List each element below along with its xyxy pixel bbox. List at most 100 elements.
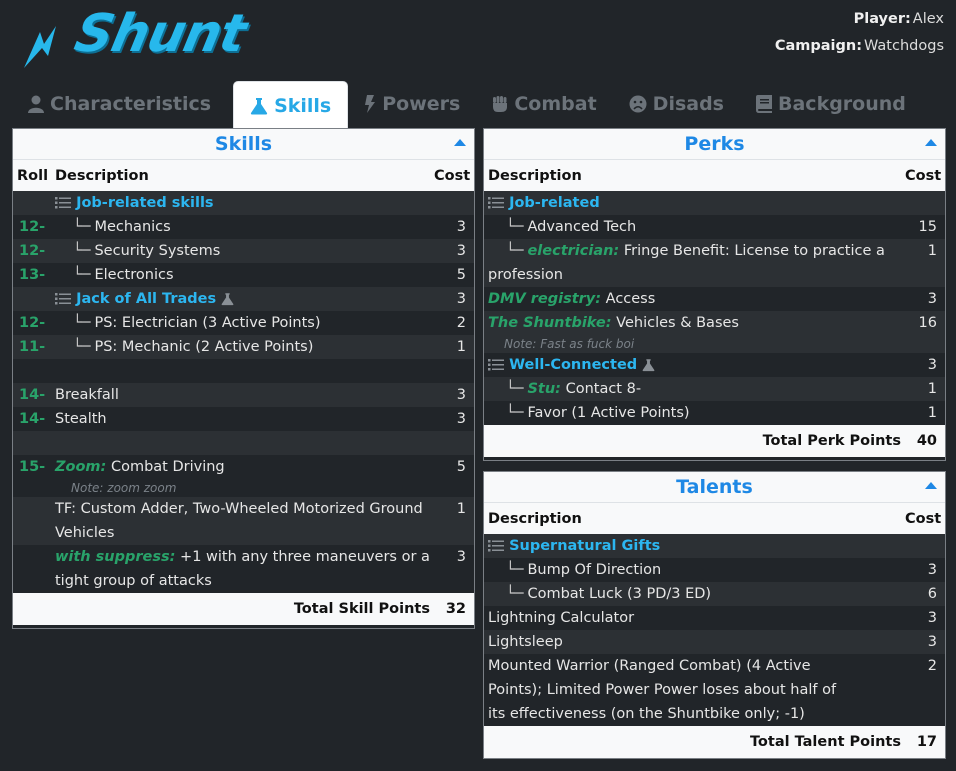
- user-icon: [28, 95, 44, 113]
- caret-up-icon[interactable]: [925, 138, 937, 146]
- tab-powers[interactable]: Powers: [348, 81, 476, 127]
- list-icon: [55, 293, 71, 305]
- col-description: Description: [488, 510, 582, 527]
- table-row[interactable]: Well-Connected 3: [484, 353, 945, 377]
- caret-up-icon[interactable]: [925, 481, 937, 489]
- fist-icon: [493, 96, 508, 112]
- tree-branch-icon: └─: [73, 339, 91, 355]
- adder-name: Stu:: [527, 381, 561, 397]
- col-cost: Cost: [434, 167, 471, 184]
- flask-icon: [250, 97, 268, 114]
- table-row[interactable]: Mounted Warrior (Ranged Combat) (4 Activ…: [484, 654, 945, 726]
- tab-bar: Characteristics Skills Powers Combat Dis…: [12, 81, 946, 129]
- talents-panel: Talents Description Cost Supernatural Gi…: [483, 471, 946, 759]
- table-row[interactable]: Supernatural Gifts: [484, 534, 945, 558]
- table-row[interactable]: └─ Combat Luck (3 PD/3 ED) 6: [484, 582, 945, 606]
- table-row[interactable]: Lightning Calculator 3: [484, 606, 945, 630]
- table-row[interactable]: DMV registry: Access 3: [484, 287, 945, 311]
- note-text: Note: zoom zoom: [71, 481, 177, 495]
- adder-name: electrician:: [527, 243, 620, 259]
- table-row[interactable]: 12- └─ Mechanics 3: [13, 215, 474, 239]
- table-row[interactable]: └─ Favor (1 Active Points) 1: [484, 401, 945, 425]
- tree-branch-icon: └─: [506, 381, 524, 397]
- total-value: 17: [916, 734, 937, 750]
- col-cost: Cost: [905, 510, 942, 527]
- skills-title: Skills: [214, 133, 273, 155]
- adder-name: The Shuntbike:: [488, 315, 612, 331]
- tab-skills[interactable]: Skills: [233, 81, 349, 129]
- table-row[interactable]: └─ Advanced Tech 15: [484, 215, 945, 239]
- table-row[interactable]: 14- Stealth 3: [13, 407, 474, 431]
- perks-title: Perks: [684, 133, 745, 155]
- campaign-label: Campaign:: [774, 38, 863, 54]
- perks-panel-header[interactable]: Perks: [484, 129, 945, 159]
- tab-combat[interactable]: Combat: [476, 81, 612, 127]
- adder-name: with suppress:: [55, 549, 176, 565]
- tab-label: Skills: [274, 94, 332, 117]
- talents-table-header: Description Cost: [484, 502, 945, 534]
- list-icon: [488, 540, 504, 552]
- player-value: Alex: [912, 11, 944, 27]
- group-name: Job-related: [509, 195, 600, 211]
- logo-text: Shunt: [69, 4, 251, 64]
- col-description: Description: [488, 167, 582, 184]
- table-row[interactable]: └─ electrician: Fringe Benefit: License t…: [484, 239, 945, 287]
- skills-total: Total Skill Points 32: [13, 593, 474, 625]
- tab-label: Disads: [652, 93, 724, 115]
- book-icon: [756, 95, 772, 113]
- caret-up-icon[interactable]: [454, 138, 466, 146]
- tab-label: Characteristics: [50, 93, 212, 115]
- table-row[interactable]: 12- └─ Security Systems 3: [13, 239, 474, 263]
- player-info: Player: Alex Campaign: Watchdogs: [775, 6, 944, 60]
- app-logo: Shunt: [18, 4, 278, 74]
- talents-total: Total Talent Points 17: [484, 726, 945, 758]
- list-icon: [488, 197, 504, 209]
- skills-panel: Skills Roll Description Cost Job-related…: [12, 128, 475, 629]
- frown-icon: [629, 95, 647, 113]
- tree-branch-icon: └─: [73, 315, 91, 331]
- col-description: Description: [55, 167, 149, 184]
- tree-branch-icon: └─: [506, 586, 524, 602]
- table-row[interactable]: Lightsleep 3: [484, 630, 945, 654]
- col-cost: Cost: [905, 167, 942, 184]
- talents-panel-header[interactable]: Talents: [484, 472, 945, 502]
- tree-branch-icon: └─: [506, 219, 524, 235]
- list-icon: [55, 197, 71, 209]
- total-value: 32: [445, 601, 466, 617]
- tree-branch-icon: └─: [73, 267, 91, 283]
- table-row[interactable]: with suppress: +1 with any three maneuve…: [13, 545, 474, 593]
- skills-panel-header[interactable]: Skills: [13, 129, 474, 159]
- skills-table-header: Roll Description Cost: [13, 159, 474, 191]
- tree-branch-icon: └─: [506, 243, 524, 259]
- perks-table-header: Description Cost: [484, 159, 945, 191]
- table-row[interactable]: 11- └─ PS: Mechanic (2 Active Points) 1: [13, 335, 474, 359]
- group-name: Supernatural Gifts: [509, 538, 661, 554]
- total-label: Total Perk Points: [762, 433, 901, 449]
- tree-branch-icon: └─: [73, 243, 91, 259]
- group-name: Job-related skills: [76, 195, 214, 211]
- tab-disads[interactable]: Disads: [613, 81, 740, 127]
- table-row[interactable]: 15- Zoom: Combat Driving Note: zoom zoom…: [13, 455, 474, 497]
- perks-panel: Perks Description Cost Job-related └─ Adv…: [483, 128, 946, 461]
- tree-branch-icon: └─: [73, 219, 91, 235]
- flask-icon: [642, 359, 655, 372]
- table-row[interactable]: Job-related skills: [13, 191, 474, 215]
- tab-characteristics[interactable]: Characteristics: [12, 81, 227, 127]
- table-row[interactable]: Jack of All Trades 3: [13, 287, 474, 311]
- group-name: Jack of All Trades: [76, 291, 217, 307]
- table-row[interactable]: TF: Custom Adder, Two-Wheeled Motorized …: [13, 497, 474, 545]
- table-row[interactable]: └─ Bump Of Direction 3: [484, 558, 945, 582]
- tree-branch-icon: └─: [506, 405, 524, 421]
- table-row[interactable]: 13- └─ Electronics 5: [13, 263, 474, 287]
- talents-title: Talents: [676, 476, 753, 498]
- adder-name: Zoom:: [55, 459, 107, 475]
- group-name: Well-Connected: [509, 357, 638, 373]
- table-row[interactable]: 12- └─ PS: Electrician (3 Active Points) …: [13, 311, 474, 335]
- tab-background[interactable]: Background: [740, 81, 922, 127]
- campaign-value: Watchdogs: [864, 38, 944, 54]
- table-row[interactable]: └─ Stu: Contact 8- 1: [484, 377, 945, 401]
- table-row[interactable]: 14- Breakfall 3: [13, 383, 474, 407]
- adder-name: DMV registry:: [488, 291, 602, 307]
- table-row[interactable]: Job-related: [484, 191, 945, 215]
- table-row[interactable]: The Shuntbike: Vehicles & Bases Note: Fa…: [484, 311, 945, 353]
